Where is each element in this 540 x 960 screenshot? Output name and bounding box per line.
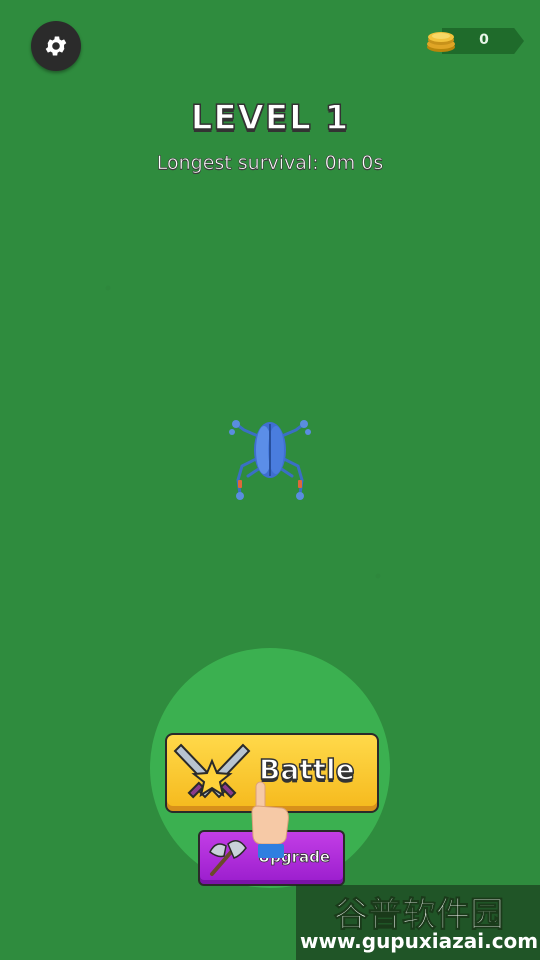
level-title: LEVEL 1 — [190, 97, 350, 139]
crossed-swords-star-icon — [173, 743, 251, 799]
pointing-hand-icon — [251, 781, 289, 858]
watermark: 谷普软件园 www.gupuxiazai.com — [296, 885, 540, 960]
watermark-url: www.gupuxiazai.com — [300, 929, 539, 953]
coin-counter: 0 — [427, 28, 524, 54]
longest-survival-text: Longest survival: 0m 0s — [156, 152, 384, 175]
settings-button[interactable] — [31, 21, 81, 71]
coin-count: 0 — [479, 32, 489, 48]
gear-icon — [45, 36, 67, 56]
coin-stack-icon — [427, 32, 455, 52]
blue-beetle-icon[interactable] — [224, 410, 316, 506]
battle-axe-icon — [209, 840, 247, 876]
